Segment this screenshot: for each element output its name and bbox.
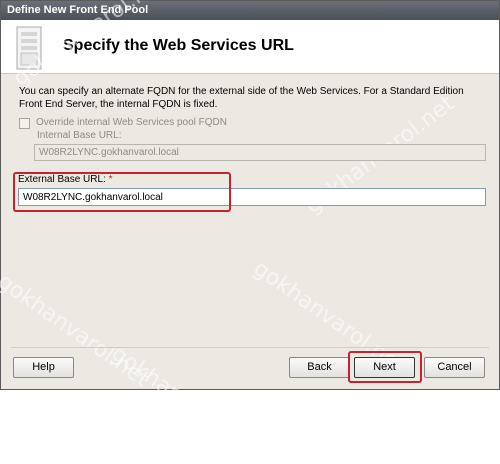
back-button[interactable]: Back [289,357,350,378]
wizard-header: Specify the Web Services URL [1,20,499,74]
internal-base-url-field [34,144,486,161]
help-button[interactable]: Help [13,357,74,378]
description-text: You can specify an alternate FQDN for th… [19,86,464,110]
page-title: Specify the Web Services URL [63,37,294,54]
external-url-highlight [13,172,231,212]
wizard-window: Define New Front End Pool Specify the We… [0,0,500,464]
cancel-button[interactable]: Cancel [424,357,485,378]
window-title: Define New Front End Pool [1,1,499,20]
server-page-icon [16,26,42,70]
override-checkbox[interactable] [19,118,30,129]
footer-divider [11,347,489,348]
watermark: gokhanvarol.net [106,341,268,464]
override-label: Override internal Web Services pool FQDN [36,117,227,128]
next-button-highlight [348,351,422,383]
internal-base-url-label: Internal Base URL: [37,130,122,141]
